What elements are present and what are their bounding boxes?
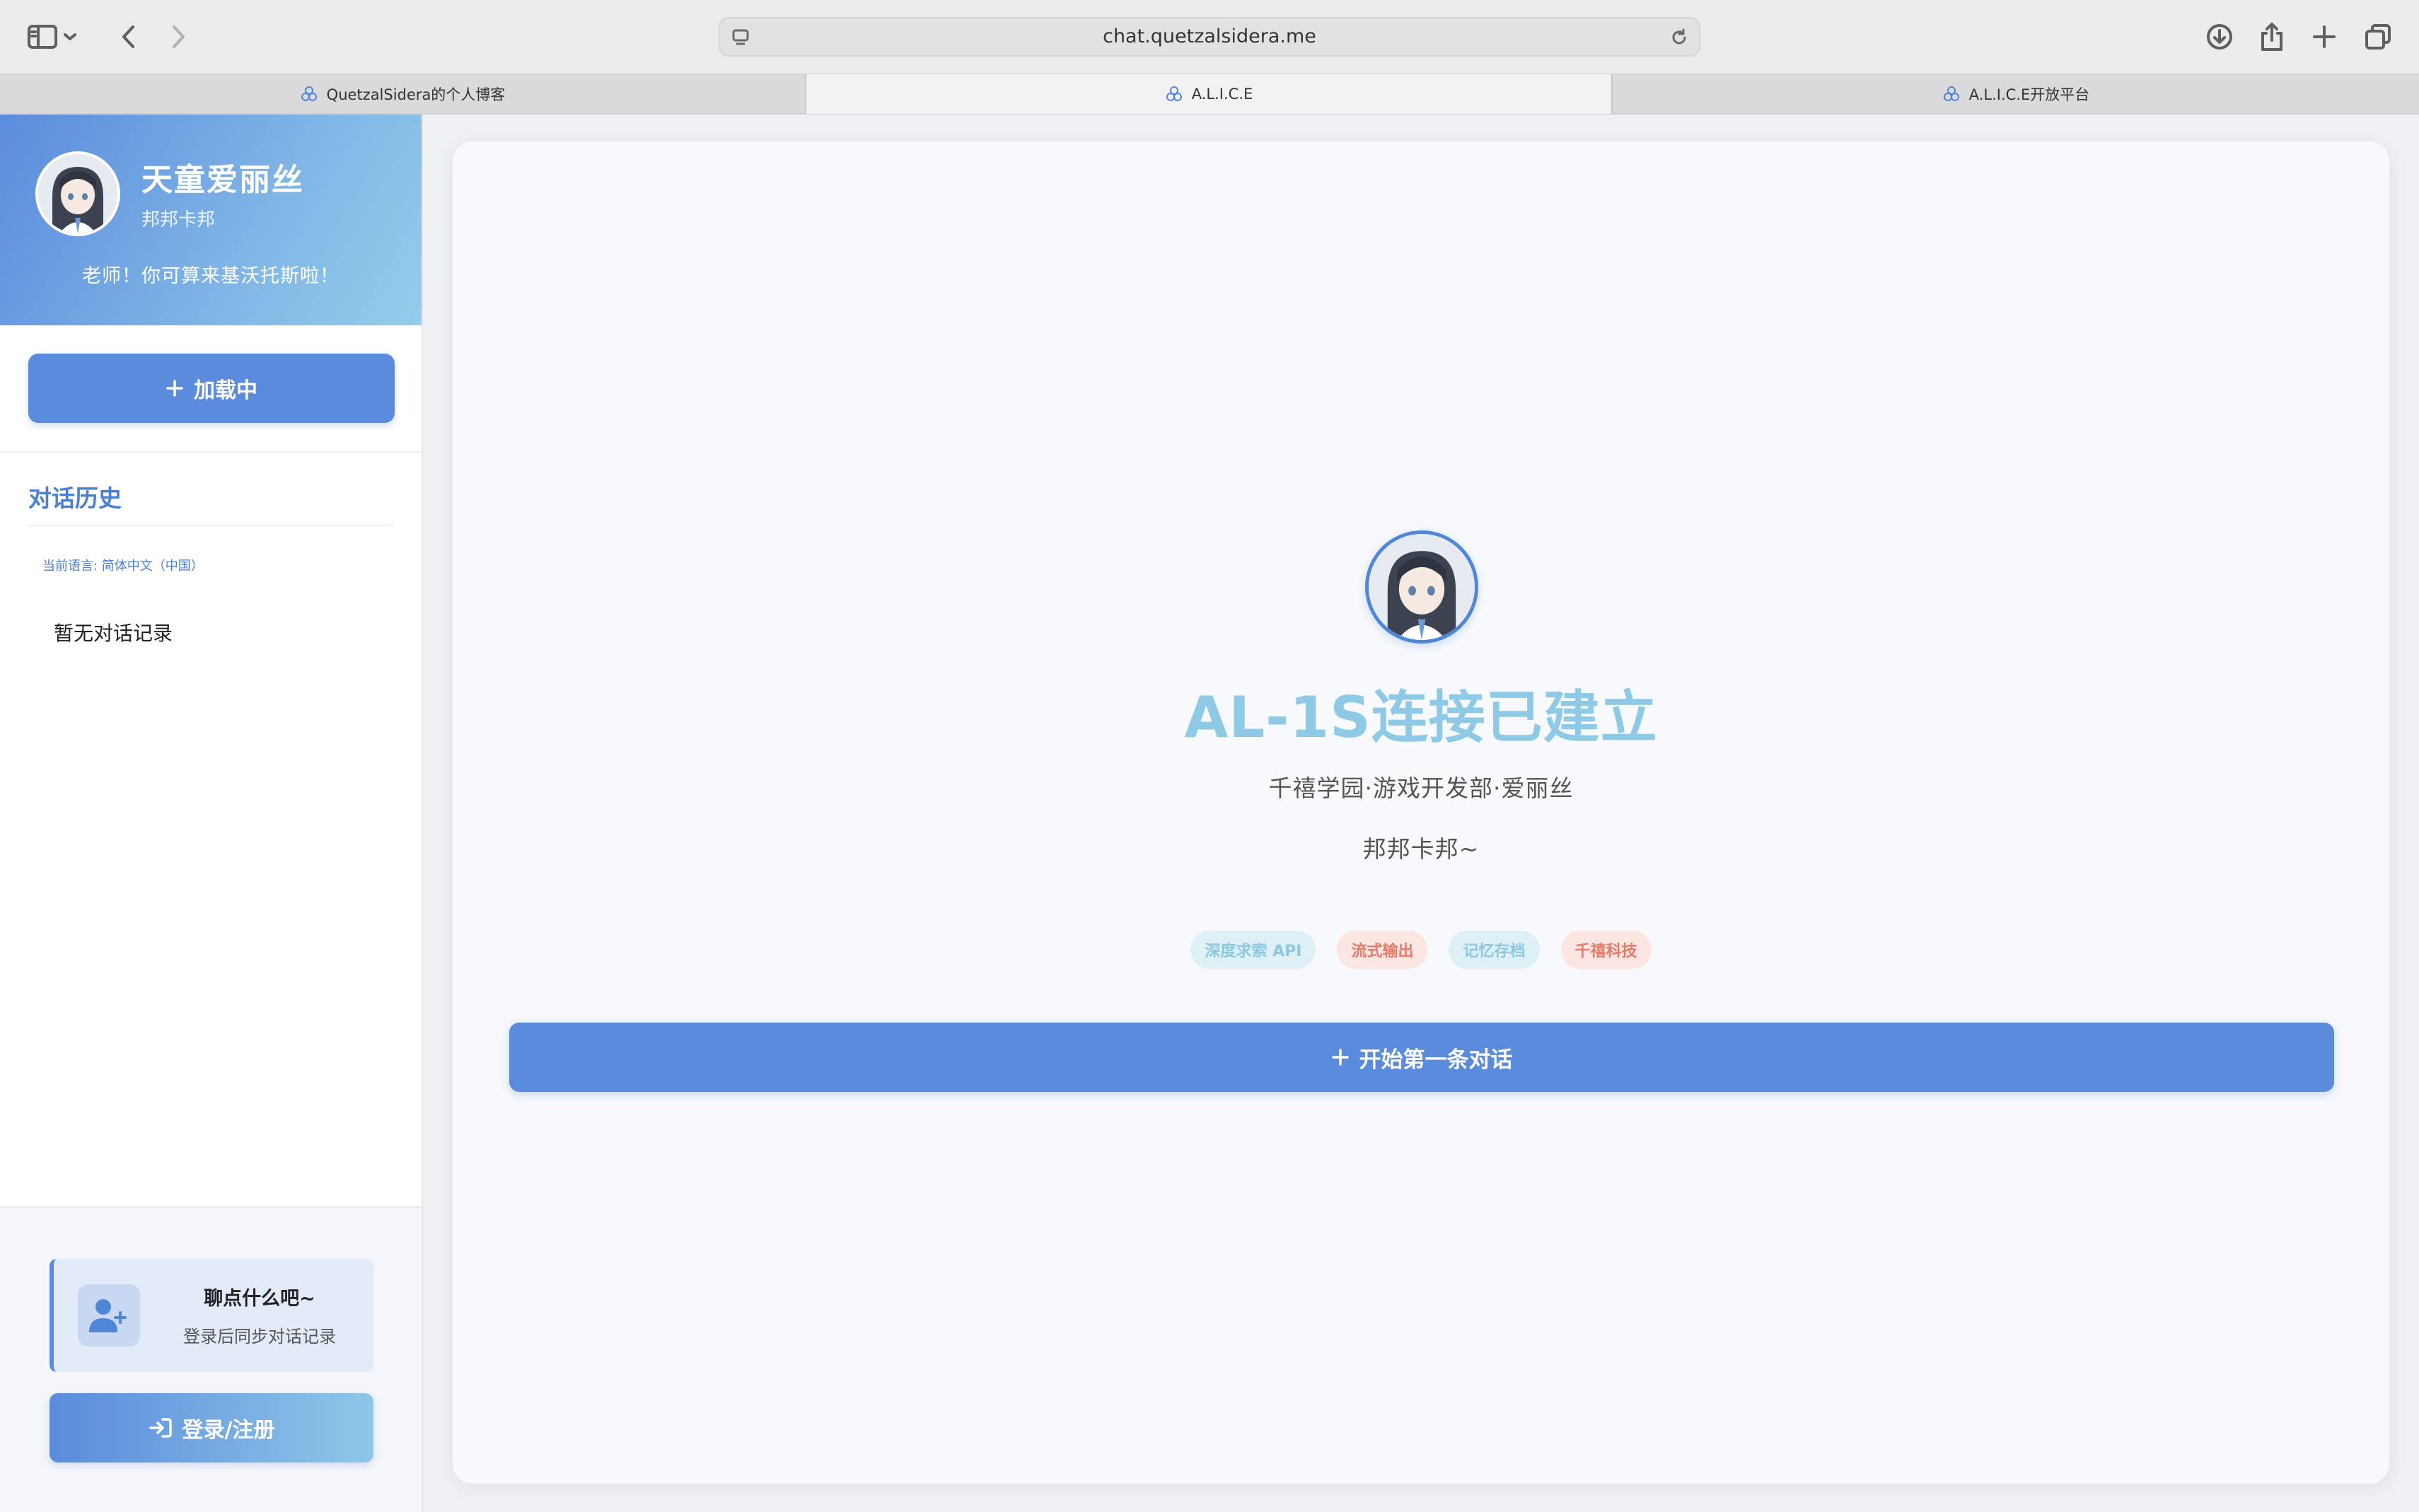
history-title: 对话历史 <box>28 484 122 512</box>
welcome-subtitle: 千禧学园·游戏开发部·爱丽丝 <box>1268 774 1574 802</box>
new-chat-button[interactable]: 加载中 <box>28 354 395 423</box>
plus-icon <box>166 380 183 397</box>
tab-overview-icon[interactable] <box>2357 16 2399 58</box>
tab-label: A.L.I.C.E开放平台 <box>1968 86 2090 103</box>
welcome-tagline: 邦邦卡邦~ <box>1362 835 1480 863</box>
tab-open-platform[interactable]: A.L.I.C.E开放平台 <box>1613 74 2419 114</box>
alice-logo-icon <box>1943 86 1959 101</box>
assistant-avatar <box>1365 530 1478 644</box>
plus-icon <box>1331 1049 1349 1066</box>
chevron-down-icon[interactable] <box>59 16 81 58</box>
login-label: 登录/注册 <box>182 1418 275 1443</box>
tab-blog[interactable]: QuetzalSidera的个人博客 <box>0 74 806 114</box>
feature-tag: 千禧科技 <box>1560 931 1652 969</box>
new-tab-icon[interactable] <box>2303 16 2345 58</box>
feature-tag: 流式输出 <box>1337 931 1428 969</box>
card-subtitle: 登录后同步对话记录 <box>183 1327 336 1347</box>
profile-subtitle: 邦邦卡邦 <box>141 209 216 231</box>
user-plus-icon <box>78 1284 140 1347</box>
profile-name: 天童爱丽丝 <box>141 162 304 198</box>
main-panel: AL-1S连接已建立 千禧学园·游戏开发部·爱丽丝 邦邦卡邦~ 深度求索 API… <box>453 141 2389 1484</box>
profile-quote: 老师！你可算来基沃托斯啦！ <box>82 265 340 287</box>
divider <box>0 451 422 453</box>
tab-alice[interactable]: A.L.I.C.E <box>806 74 1613 114</box>
feature-tags: 深度求索 API 流式输出 记忆存档 千禧科技 <box>453 931 2389 969</box>
sidebar: 天童爱丽丝 邦邦卡邦 老师！你可算来基沃托斯啦！ 加载中 对话历史 当前语言: … <box>0 115 423 1512</box>
divider <box>28 525 395 526</box>
forward-icon[interactable] <box>157 16 199 58</box>
tab-label: A.L.I.C.E <box>1191 86 1253 103</box>
download-icon[interactable] <box>2198 16 2241 58</box>
sidebar-footer: 聊点什么吧~ 登录后同步对话记录 登录/注册 <box>0 1206 422 1512</box>
welcome-title: AL-1S连接已建立 <box>1184 685 1658 750</box>
language-note: 当前语言: 简体中文（中国） <box>42 559 204 574</box>
sidebar-toggle-icon[interactable] <box>21 16 64 58</box>
start-chat-button[interactable]: 开始第一条对话 <box>509 1023 2334 1092</box>
feature-tag: 记忆存档 <box>1449 931 1540 969</box>
back-icon[interactable] <box>108 16 150 58</box>
alice-logo-icon <box>301 86 317 101</box>
avatar <box>35 151 120 236</box>
feature-tag: 深度求索 API <box>1190 931 1316 969</box>
address-bar[interactable]: chat.quetzalsidera.me <box>719 17 1700 57</box>
profile-header: 天童爱丽丝 邦邦卡邦 老师！你可算来基沃托斯啦！ <box>0 115 422 325</box>
tab-label: QuetzalSidera的个人博客 <box>326 86 506 103</box>
login-prompt-card: 聊点什么吧~ 登录后同步对话记录 <box>50 1259 373 1372</box>
url-text[interactable]: chat.quetzalsidera.me <box>720 18 1699 55</box>
empty-history-text: 暂无对话记录 <box>54 622 173 645</box>
alice-logo-icon <box>1166 86 1182 101</box>
share-icon[interactable] <box>2251 16 2293 58</box>
browser-toolbar: chat.quetzalsidera.me <box>0 0 2419 74</box>
tab-strip: QuetzalSidera的个人博客 A.L.I.C.E A.L.I.C.E开放… <box>0 74 2419 115</box>
new-chat-label: 加载中 <box>194 378 257 403</box>
start-chat-label: 开始第一条对话 <box>1359 1047 1513 1073</box>
reload-icon[interactable] <box>1669 28 1689 47</box>
sign-in-icon <box>149 1418 172 1438</box>
login-button[interactable]: 登录/注册 <box>50 1393 373 1462</box>
card-title: 聊点什么吧~ <box>204 1288 315 1310</box>
